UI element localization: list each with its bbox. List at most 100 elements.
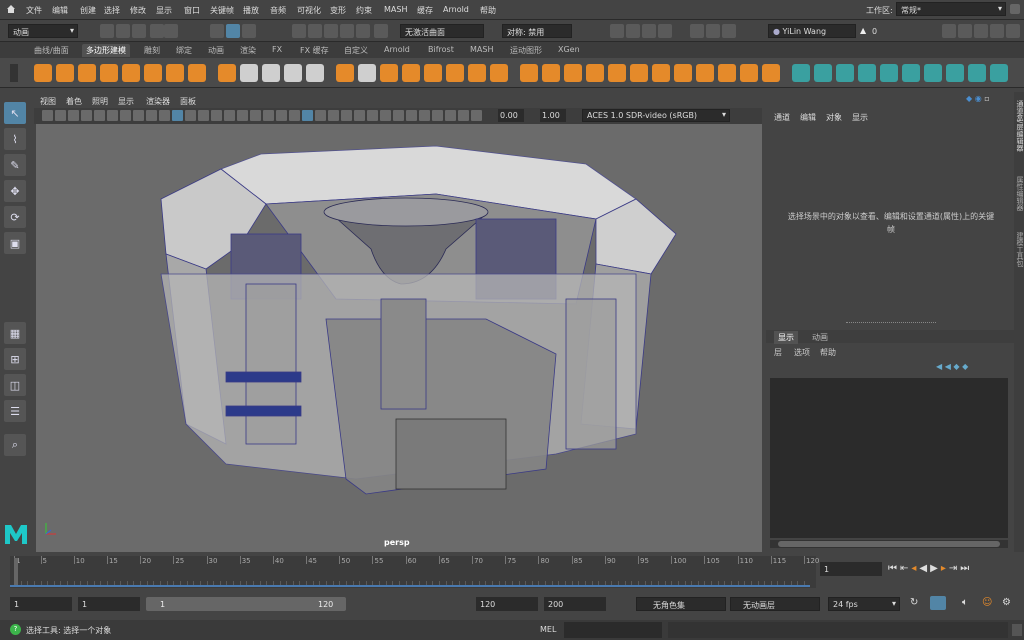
- viewport-tool-icon[interactable]: [289, 110, 300, 121]
- cube-icon[interactable]: [56, 64, 74, 82]
- viewport-menu-1[interactable]: 着色: [66, 96, 82, 107]
- edge-loop-icon[interactable]: [630, 64, 648, 82]
- workspace-dropdown[interactable]: 常规* ▾: [896, 2, 1006, 16]
- viewport-tool-icon[interactable]: [172, 110, 183, 121]
- script-editor-icon[interactable]: [1012, 624, 1022, 636]
- super-shape-icon[interactable]: [218, 64, 236, 82]
- viewport-tool-icon[interactable]: [393, 110, 404, 121]
- menu-item-16[interactable]: 帮助: [480, 5, 496, 16]
- tab-display-layers[interactable]: 显示: [774, 331, 798, 344]
- home-icon[interactable]: [6, 4, 16, 14]
- viewport-tool-icon[interactable]: [42, 110, 53, 121]
- shelf-tab-3[interactable]: 绑定: [172, 44, 196, 57]
- channel-box-menu-0[interactable]: 通道: [774, 112, 790, 123]
- bridge-icon[interactable]: [424, 64, 442, 82]
- select-components-icon[interactable]: [242, 24, 256, 38]
- viewport-tool-icon[interactable]: [211, 110, 222, 121]
- viewport-menu-0[interactable]: 视图: [40, 96, 56, 107]
- menu-item-5[interactable]: 显示: [156, 5, 172, 16]
- tab-anim-layers[interactable]: 动画: [808, 331, 832, 344]
- viewport-tool-icon[interactable]: [107, 110, 118, 121]
- mirror-icon[interactable]: [490, 64, 508, 82]
- user-account-dropdown[interactable]: ● YiLin Wang: [768, 24, 856, 38]
- pause-icon[interactable]: [722, 24, 736, 38]
- channel-box-menu-3[interactable]: 显示: [852, 112, 868, 123]
- viewport-tool-icon[interactable]: [471, 110, 482, 121]
- wedge-icon[interactable]: [762, 64, 780, 82]
- character-set-dropdown[interactable]: 无角色集: [636, 597, 726, 611]
- bool-icon[interactable]: [468, 64, 486, 82]
- shelf-tab-4[interactable]: 动画: [204, 44, 228, 57]
- mirror-geo-icon[interactable]: [858, 64, 876, 82]
- snap-point-icon[interactable]: [324, 24, 338, 38]
- current-time-marker[interactable]: [14, 558, 18, 586]
- menu-item-0[interactable]: 文件: [26, 5, 42, 16]
- search-icon[interactable]: ⌕: [4, 434, 26, 456]
- playback-start-field[interactable]: 1: [78, 597, 140, 611]
- circularize-icon[interactable]: [696, 64, 714, 82]
- menu-item-6[interactable]: 窗口: [184, 5, 200, 16]
- shelf-tab-1[interactable]: 多边形建模: [82, 44, 130, 57]
- viewport-tool-icon[interactable]: [432, 110, 443, 121]
- go-to-start-icon[interactable]: ⏮: [888, 563, 900, 574]
- play-backward-icon[interactable]: ◀: [919, 563, 930, 574]
- shelf-tab-0[interactable]: 曲线/曲面: [30, 44, 73, 57]
- fill-hole-icon[interactable]: [564, 64, 582, 82]
- viewport-tool-icon[interactable]: [133, 110, 144, 121]
- playback-end-field[interactable]: 120: [476, 597, 538, 611]
- viewport-tool-icon[interactable]: [315, 110, 326, 121]
- side-tab-modeling-toolkit[interactable]: 建模工具包: [1015, 232, 1024, 267]
- viewport-tool-icon[interactable]: [341, 110, 352, 121]
- next-key-icon[interactable]: ▸: [941, 563, 949, 574]
- ipr-render-icon[interactable]: [626, 24, 640, 38]
- viewport-tool-icon[interactable]: [276, 110, 287, 121]
- plane-icon[interactable]: [144, 64, 162, 82]
- save-scene-icon[interactable]: [132, 24, 146, 38]
- side-tab-channel-box[interactable]: 通道盒/层编辑器: [1015, 100, 1024, 151]
- extrude-icon[interactable]: [402, 64, 420, 82]
- layer-list[interactable]: [770, 378, 1008, 538]
- undo-icon[interactable]: [150, 24, 164, 38]
- select-objects-icon[interactable]: [226, 24, 240, 38]
- time-slider[interactable]: 1 5 10 15 20 25 30 35 40 45 50 55 60 65 70 75 80 85 90 95 10…: [10, 556, 819, 588]
- arnold-render-icon[interactable]: [690, 24, 704, 38]
- viewport-tool-icon[interactable]: [419, 110, 430, 121]
- offset-loop-icon[interactable]: [674, 64, 692, 82]
- new-layer-icon[interactable]: ◆: [953, 362, 959, 371]
- shelf-tab-11[interactable]: MASH: [466, 44, 497, 55]
- viewport-tool-icon[interactable]: [263, 110, 274, 121]
- fps-dropdown[interactable]: 24 fps ▾: [828, 597, 900, 611]
- layer-menu-layers[interactable]: 层: [774, 347, 782, 358]
- viewport-menu-5[interactable]: 面板: [180, 96, 196, 107]
- platonic-icon[interactable]: [188, 64, 206, 82]
- step-forward-icon[interactable]: ⇥: [949, 563, 960, 574]
- lasso-tool-icon[interactable]: ⌇: [4, 128, 26, 150]
- viewport-tool-icon[interactable]: [146, 110, 157, 121]
- viewport-tool-icon[interactable]: [367, 110, 378, 121]
- new-scene-icon[interactable]: [100, 24, 114, 38]
- redo-icon[interactable]: [164, 24, 178, 38]
- merge-icon[interactable]: [608, 64, 626, 82]
- combine-icon[interactable]: [336, 64, 354, 82]
- menu-item-9[interactable]: 音频: [270, 5, 286, 16]
- exposure-field[interactable]: 0.00: [498, 109, 524, 122]
- shelf-tab-2[interactable]: 雕刻: [140, 44, 164, 57]
- viewport-tool-icon[interactable]: [250, 110, 261, 121]
- cylinder-icon[interactable]: [78, 64, 96, 82]
- move-layer-up-icon[interactable]: ◀: [936, 362, 942, 371]
- viewport-tool-icon[interactable]: [198, 110, 209, 121]
- snap-surface-icon[interactable]: [356, 24, 370, 38]
- torus-icon[interactable]: [122, 64, 140, 82]
- animation-end-field[interactable]: 200: [544, 597, 606, 611]
- separate-icon[interactable]: [358, 64, 376, 82]
- outliner-layout-icon[interactable]: ☰: [4, 400, 26, 422]
- menu-item-7[interactable]: 关键帧: [210, 5, 234, 16]
- unfold-icon[interactable]: [880, 64, 898, 82]
- menu-item-12[interactable]: 约束: [356, 5, 372, 16]
- chamfer-icon[interactable]: [792, 64, 810, 82]
- two-view-icon[interactable]: ◫: [4, 374, 26, 396]
- viewport-tool-icon[interactable]: [406, 110, 417, 121]
- shelf-tab-6[interactable]: FX: [268, 44, 286, 55]
- viewport-menu-4[interactable]: 渲染器: [146, 96, 170, 107]
- viewport-tool-icon[interactable]: [302, 110, 313, 121]
